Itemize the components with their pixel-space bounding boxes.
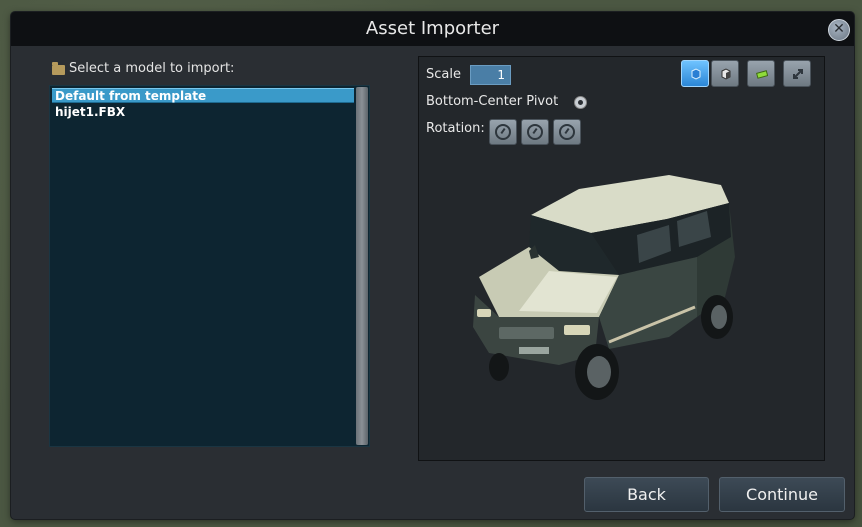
folder-icon bbox=[52, 61, 65, 75]
rotate-x-button[interactable] bbox=[489, 119, 517, 145]
list-item[interactable]: Default from template bbox=[52, 88, 354, 103]
window-title: Asset Importer bbox=[365, 18, 500, 39]
expand-icon bbox=[793, 69, 803, 79]
scale-input[interactable]: 1 bbox=[470, 65, 511, 85]
select-model-text: Select a model to import: bbox=[69, 61, 235, 76]
shaded-view-button[interactable] bbox=[711, 60, 739, 87]
asset-importer-window: Asset Importer ✕ Select a model to impor… bbox=[11, 12, 854, 519]
shaded-view-icon bbox=[721, 68, 731, 80]
car-model-preview bbox=[473, 175, 735, 400]
continue-button[interactable]: Continue bbox=[719, 477, 845, 512]
cube-view-button[interactable] bbox=[681, 60, 709, 87]
scale-label: Scale bbox=[426, 67, 461, 82]
texture-view-button[interactable] bbox=[747, 60, 775, 87]
texture-view-icon bbox=[756, 70, 768, 79]
cube-view-icon bbox=[691, 68, 701, 80]
rotate-y-icon bbox=[527, 124, 543, 140]
scrollbar[interactable] bbox=[356, 87, 368, 445]
model-item-label: hijet1.FBX bbox=[55, 105, 126, 119]
window-titlebar: Asset Importer ✕ bbox=[11, 12, 854, 46]
model-list[interactable]: Default from template hijet1.FBX bbox=[49, 85, 370, 447]
select-model-label: Select a model to import: bbox=[52, 61, 234, 76]
rotate-x-icon bbox=[495, 124, 511, 140]
model-preview-panel[interactable]: Scale 1 Bottom-Center Pivot Rotation: bbox=[418, 56, 825, 461]
rotate-y-button[interactable] bbox=[521, 119, 549, 145]
model-item-label: Default from template bbox=[55, 89, 207, 103]
scrollbar-thumb[interactable] bbox=[356, 87, 368, 445]
pivot-checkbox[interactable] bbox=[574, 96, 587, 109]
expand-button[interactable] bbox=[783, 60, 811, 87]
close-icon[interactable]: ✕ bbox=[828, 19, 850, 41]
rotate-z-button[interactable] bbox=[553, 119, 581, 145]
back-button[interactable]: Back bbox=[584, 477, 709, 512]
rotate-z-icon bbox=[559, 124, 575, 140]
pivot-label: Bottom-Center Pivot bbox=[426, 94, 559, 109]
rotation-label: Rotation: bbox=[426, 121, 485, 136]
list-item[interactable]: hijet1.FBX bbox=[52, 105, 354, 120]
